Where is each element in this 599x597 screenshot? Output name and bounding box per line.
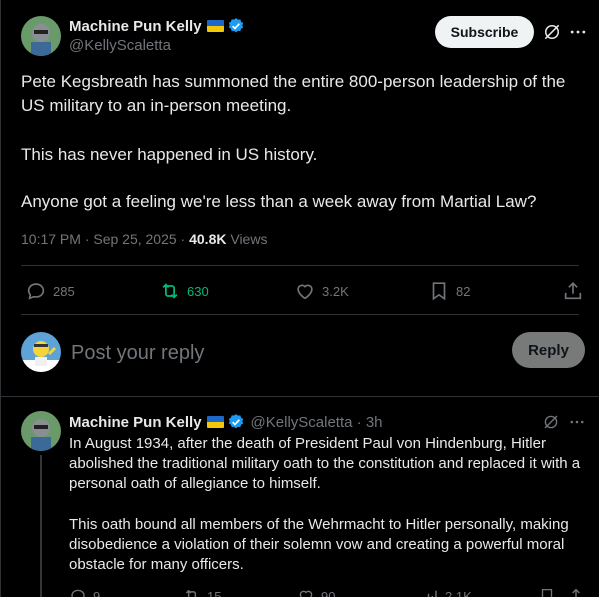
reply-author-avatar[interactable] [21,411,61,451]
reply-button[interactable]: Reply [512,332,585,368]
reply-action[interactable]: 285 [25,280,75,302]
author-name-row[interactable]: Machine Pun Kelly [69,16,245,36]
post-text-paragraph: This has never happened in US history. [21,145,318,164]
share-action[interactable] [567,587,591,597]
reply-author-name[interactable]: Machine Pun Kelly [69,414,202,431]
like-count: 3.2K [322,283,349,299]
like-action[interactable]: 90 [297,587,335,597]
bookmark-action[interactable] [538,587,562,597]
views-label: Views [226,231,268,247]
divider [21,265,579,266]
grok-icon[interactable] [542,22,562,42]
verified-badge-icon[interactable] [227,413,245,431]
repost-icon [185,589,197,597]
post-timestamp[interactable]: 10:17 PM · Sep 25, 2025 · [21,231,189,247]
views-count: 2.1K [445,588,472,597]
views-icon [427,590,437,597]
verified-badge-icon[interactable] [227,17,245,35]
share-action[interactable] [562,280,590,302]
subscribe-button[interactable]: Subscribe [435,16,534,48]
post-text-paragraph: Anyone got a feeling we're less than a w… [21,192,537,211]
ukraine-flag-icon [206,20,224,32]
like-icon [297,284,313,300]
post-meta: 10:17 PM · Sep 25, 2025 · 40.8K Views [21,231,267,247]
repost-action[interactable]: 630 [159,280,209,302]
thread-connector [40,455,42,597]
views-count: 40.8K [189,231,227,247]
divider [1,396,599,397]
more-icon[interactable] [568,22,588,42]
reply-header: Machine Pun Kelly @KellyScaletta · 3h [69,412,383,432]
share-icon [564,282,582,300]
like-icon [299,590,313,597]
reply-count: 9 [93,588,101,597]
author-handle[interactable]: @KellyScaletta [69,37,171,54]
repost-icon [162,283,178,299]
views-action[interactable]: 2.1K [421,587,472,597]
reply-icon [27,283,45,300]
repost-count: 630 [187,283,209,299]
reply-input[interactable]: Post your reply [71,338,491,368]
author-name[interactable]: Machine Pun Kelly [69,18,202,35]
reply-text-paragraph: This oath bound all members of the Wehrm… [69,516,569,573]
divider [21,314,579,315]
bookmark-action[interactable]: 82 [428,280,470,302]
repost-count: 15 [207,588,222,597]
like-action[interactable]: 3.2K [294,280,349,302]
reply-text-paragraph: In August 1934, after the death of Presi… [69,435,581,492]
like-count: 90 [321,588,336,597]
bookmark-icon [432,282,446,301]
bookmark-icon [541,588,553,597]
ukraine-flag-icon [206,416,224,428]
reply-handle-time[interactable]: @KellyScaletta · 3h [251,414,383,431]
share-icon [572,588,580,597]
reply-count: 285 [53,283,75,299]
bookmark-count: 82 [456,283,471,299]
current-user-avatar[interactable] [21,332,61,372]
repost-action[interactable]: 15 [183,587,221,597]
post-detail-view: Machine Pun Kelly @KellyScaletta Subscri… [0,0,599,597]
reply-icon [71,589,85,597]
more-icon[interactable] [568,413,586,431]
post-text-paragraph: Pete Kegsbreath has summoned the entire … [21,72,566,115]
grok-icon[interactable] [542,413,560,431]
author-avatar[interactable] [21,16,61,56]
reply-action[interactable]: 9 [69,587,100,597]
